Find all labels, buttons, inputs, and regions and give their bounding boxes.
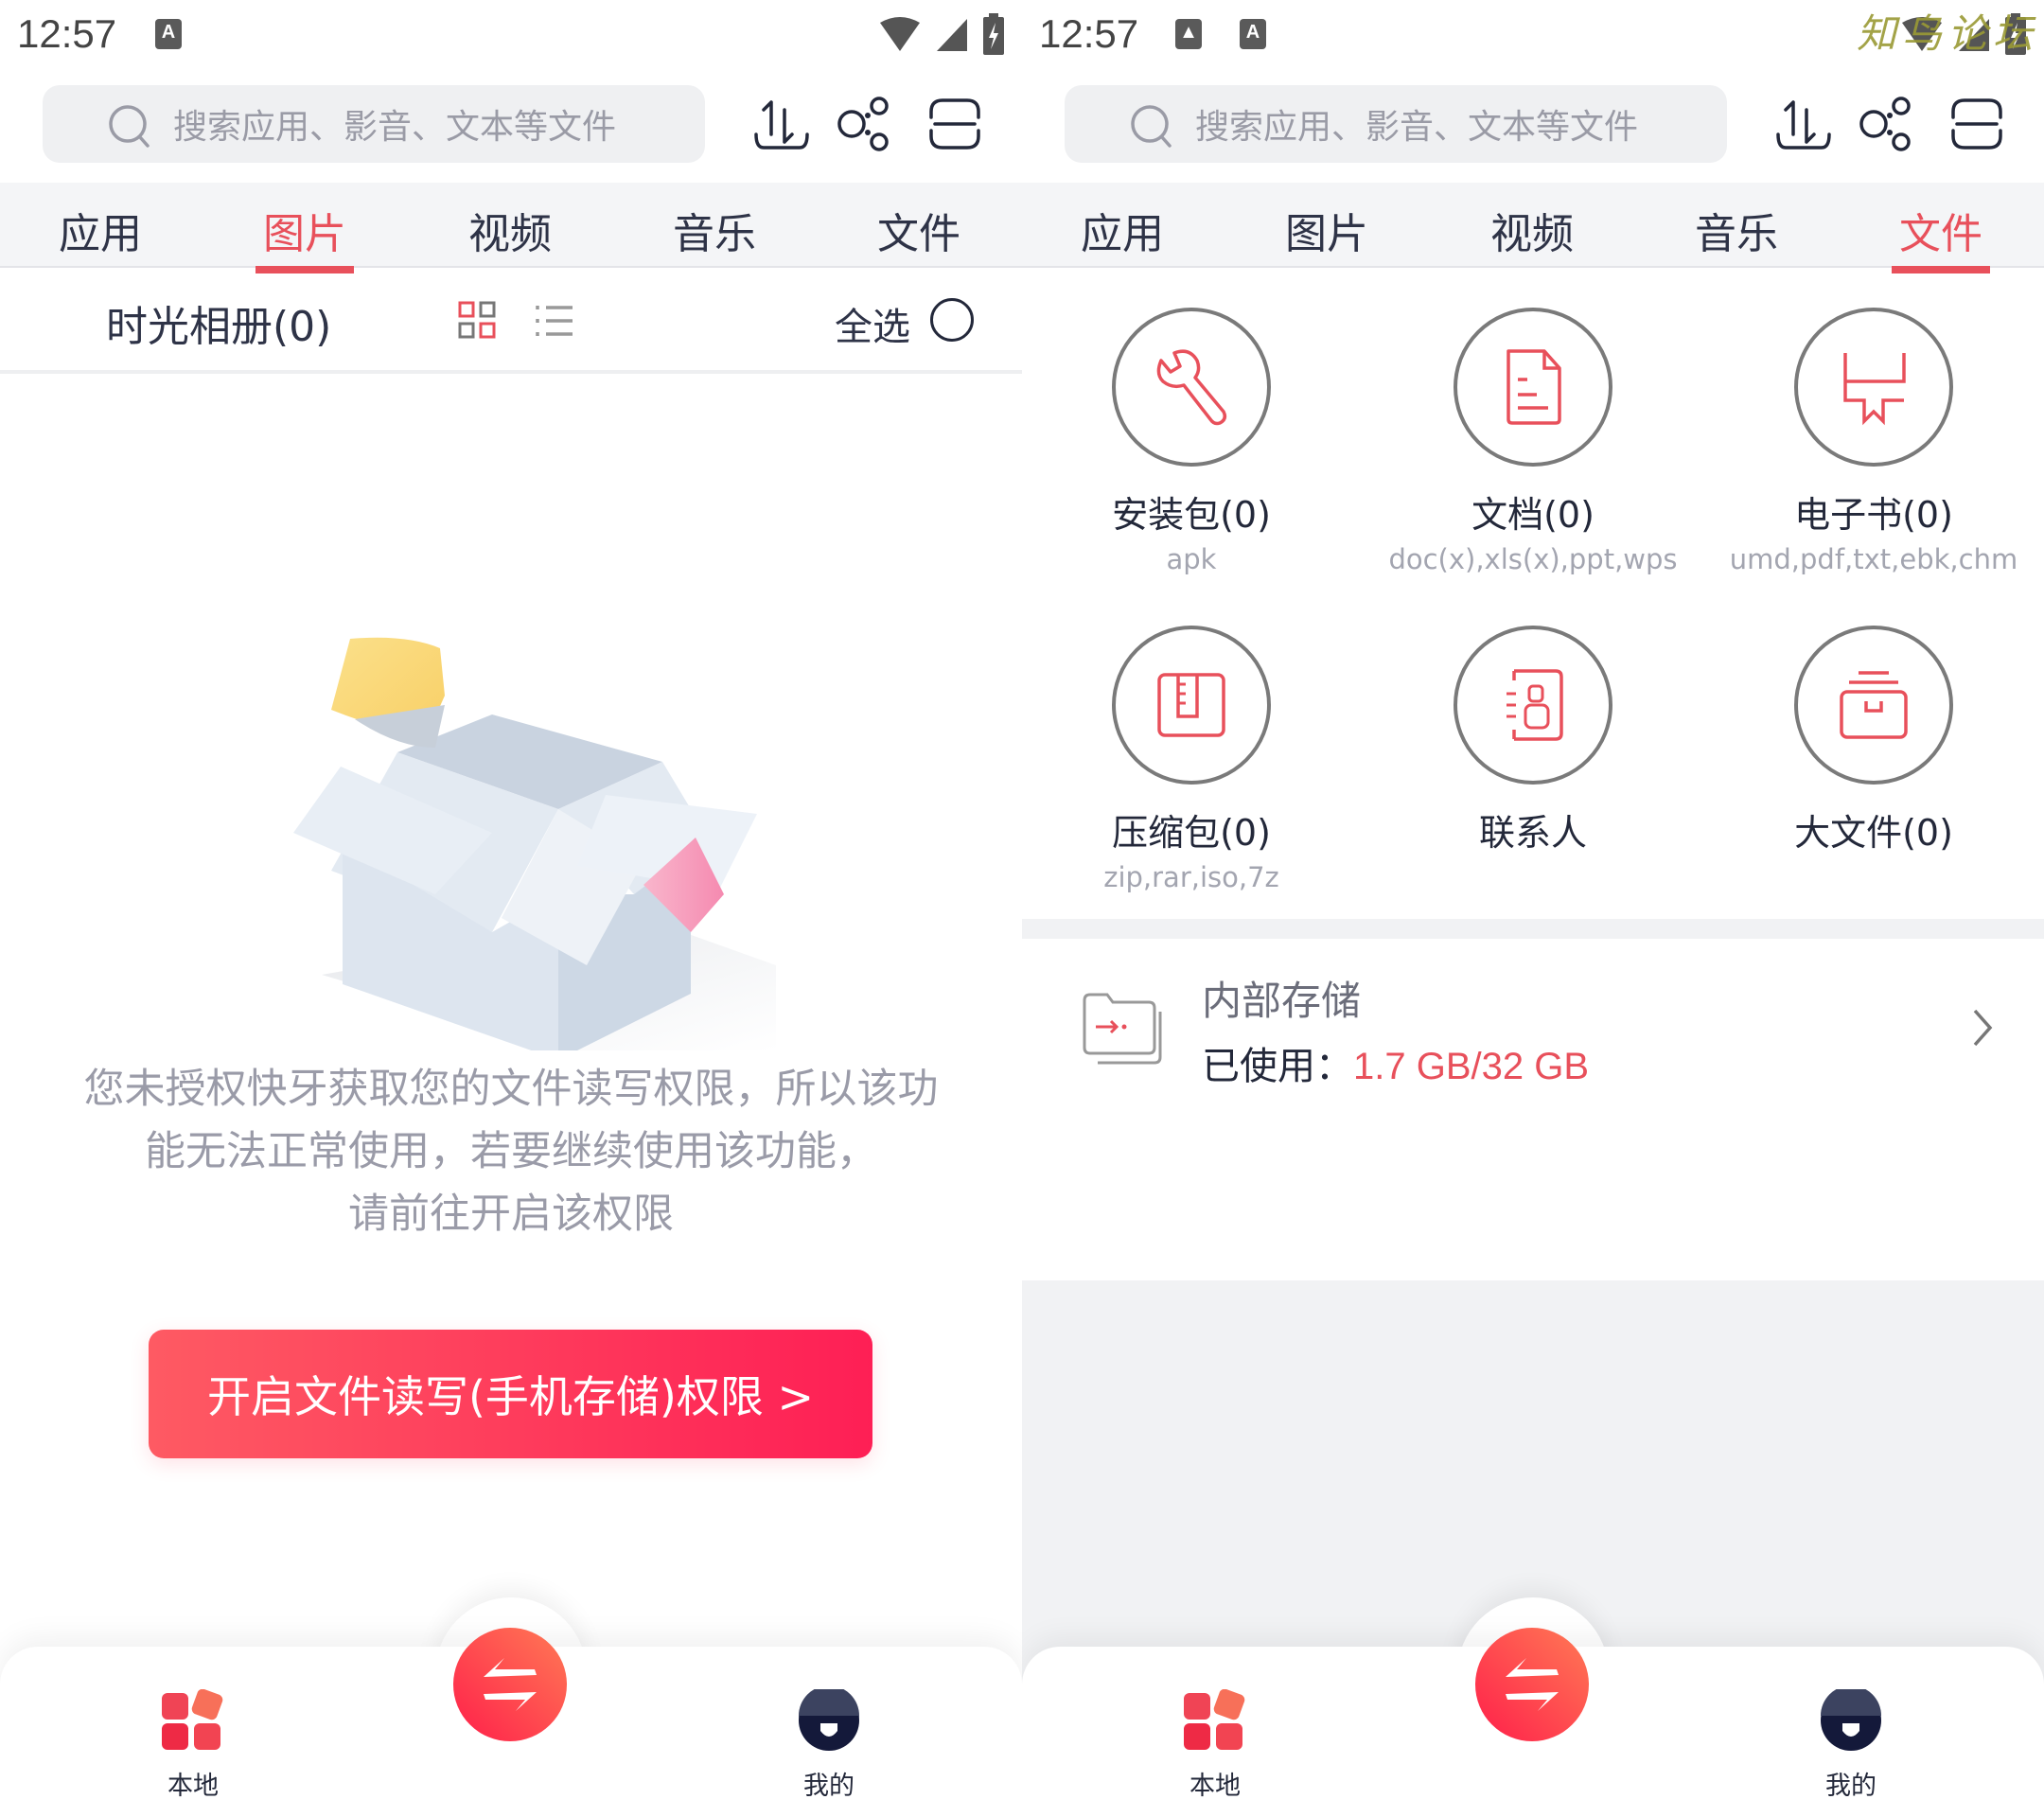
chevron-right-icon	[1973, 1009, 1993, 1047]
status-time: 12:57	[1039, 11, 1139, 56]
swap-arrows-icon	[1506, 1658, 1559, 1711]
category-label: 文档(0)	[1471, 494, 1595, 536]
category-documents[interactable]: 文档(0) doc(x),xls(x),ppt,wps	[1372, 308, 1694, 575]
status-bar: 12:57 A	[0, 0, 1022, 71]
tab-pictures[interactable]: 图片	[256, 200, 354, 273]
tab-apps[interactable]: 应用	[1077, 200, 1168, 260]
category-tabs: 应用 图片 视频 音乐 文件	[0, 183, 1022, 273]
watermark: 知鸟论坛	[1856, 10, 2038, 57]
category-extensions: zip,rar,iso,7z	[1103, 861, 1279, 893]
keyboard-notification-icon: A	[155, 19, 182, 49]
nav-mine[interactable]: 我的	[772, 1685, 886, 1802]
document-icon	[1507, 349, 1561, 425]
storage-folder-icon	[1083, 993, 1162, 1065]
grant-permission-button[interactable]: 开启文件读写(手机存储)权限 >	[149, 1330, 872, 1458]
zip-icon	[1157, 673, 1225, 737]
tab-pictures[interactable]: 图片	[1281, 200, 1372, 260]
category-apk[interactable]: 安装包(0) apk	[1031, 308, 1352, 575]
keyboard-notification-icon: A	[1240, 19, 1266, 49]
wifi-icon	[880, 17, 920, 51]
category-tabs: 应用 图片 视频 音乐 文件	[1022, 183, 2044, 273]
empty-box-illustration	[293, 637, 776, 1050]
message-line: 能无法正常使用，若要继续使用该功能，	[145, 1128, 877, 1175]
share-icon[interactable]	[1855, 93, 1917, 155]
menu-icon[interactable]	[924, 93, 986, 155]
right-screen: 12:57 ▲ A 知鸟论坛 搜索应用、影音、文本等文件 应用 图片 视频 音乐…	[1022, 0, 2044, 1817]
search-input[interactable]: 搜索应用、影音、文本等文件	[43, 85, 705, 163]
transfer-fab-button[interactable]	[453, 1628, 567, 1741]
search-icon	[109, 105, 150, 148]
status-bar: 12:57 ▲ A 知鸟论坛	[1022, 0, 2044, 71]
search-icon	[1131, 105, 1172, 148]
wrench-icon	[1156, 349, 1227, 426]
category-contacts[interactable]: 联系人	[1372, 626, 1694, 856]
category-label: 电子书(0)	[1794, 494, 1953, 536]
permission-message: 您未授权快牙获取您的文件读写权限，所以该功 能无法正常使用，若要继续使用该功能，…	[0, 1058, 1022, 1245]
storage-title: 内部存储	[1202, 978, 1362, 1024]
search-placeholder: 搜索应用、影音、文本等文件	[173, 108, 617, 147]
nav-mine-label: 我的	[803, 1772, 855, 1801]
nav-local-label: 本地	[167, 1772, 219, 1801]
transfer-icon[interactable]	[750, 93, 813, 155]
message-line: 您未授权快牙获取您的文件读写权限，所以该功	[83, 1066, 939, 1113]
section-divider	[1022, 919, 2044, 939]
storage-used-label: 已使用：	[1202, 1045, 1353, 1088]
local-grid-icon	[1184, 1688, 1245, 1750]
storage-used-value: 1.7 GB/32 GB	[1353, 1046, 1590, 1087]
tab-apps[interactable]: 应用	[55, 200, 146, 260]
nav-mine[interactable]: 我的	[1794, 1685, 1908, 1802]
gallery-notification-icon: ▲	[1175, 19, 1202, 49]
left-screen: 12:57 A 搜索应用、影音、文本等文件 应用 图片 视频 音乐 文件 时光相…	[0, 0, 1022, 1817]
category-extensions: umd,pdf,txt,ebk,chm	[1729, 543, 2018, 575]
share-icon[interactable]	[833, 93, 895, 155]
album-title: 时光相册(0)	[106, 303, 332, 351]
tab-files[interactable]: 文件	[1892, 200, 1990, 273]
swap-arrows-icon	[484, 1658, 537, 1711]
select-all-label[interactable]: 全选	[835, 296, 910, 351]
internal-storage-row[interactable]: 内部存储 已使用：1.7 GB/32 GB	[1022, 939, 2044, 1280]
category-label: 大文件(0)	[1794, 812, 1953, 854]
category-extensions: apk	[1166, 543, 1217, 575]
transfer-fab-button[interactable]	[1475, 1628, 1589, 1741]
tab-files[interactable]: 文件	[873, 200, 964, 260]
battery-charging-icon	[983, 13, 1004, 55]
profile-icon	[799, 1685, 859, 1751]
album-header: 时光相册(0) 全选	[0, 268, 1022, 374]
category-extensions: doc(x),xls(x),ppt,wps	[1388, 543, 1678, 575]
storage-usage: 已使用：1.7 GB/32 GB	[1202, 1035, 1589, 1090]
search-placeholder: 搜索应用、影音、文本等文件	[1195, 108, 1639, 147]
local-grid-icon	[162, 1688, 223, 1750]
nav-local[interactable]: 本地	[1158, 1688, 1272, 1802]
select-all-checkbox[interactable]	[930, 298, 974, 342]
large-file-icon	[1840, 671, 1908, 739]
nav-mine-label: 我的	[1825, 1772, 1877, 1801]
tab-music[interactable]: 音乐	[669, 200, 760, 260]
nav-local[interactable]: 本地	[136, 1688, 250, 1802]
profile-icon	[1821, 1685, 1881, 1751]
category-ebooks[interactable]: 电子书(0) umd,pdf,txt,ebk,chm	[1713, 308, 2035, 575]
menu-icon[interactable]	[1946, 93, 2008, 155]
contacts-icon	[1507, 669, 1563, 741]
tab-videos[interactable]: 视频	[1487, 200, 1577, 260]
list-view-icon[interactable]	[535, 301, 574, 341]
search-input[interactable]: 搜索应用、影音、文本等文件	[1065, 85, 1727, 163]
category-label: 压缩包(0)	[1112, 812, 1271, 854]
transfer-icon[interactable]	[1772, 93, 1835, 155]
tab-music[interactable]: 音乐	[1691, 200, 1782, 260]
category-archives[interactable]: 压缩包(0) zip,rar,iso,7z	[1031, 626, 1352, 893]
ebook-icon	[1843, 353, 1906, 426]
nav-local-label: 本地	[1189, 1772, 1241, 1801]
category-label: 安装包(0)	[1112, 494, 1271, 536]
category-large-files[interactable]: 大文件(0)	[1713, 626, 2035, 856]
category-label: 联系人	[1478, 812, 1587, 854]
tab-videos[interactable]: 视频	[465, 200, 555, 260]
status-time: 12:57	[17, 11, 117, 56]
signal-icon	[937, 19, 967, 51]
message-line: 请前往开启该权限	[348, 1191, 674, 1238]
grid-view-icon[interactable]	[458, 301, 498, 341]
